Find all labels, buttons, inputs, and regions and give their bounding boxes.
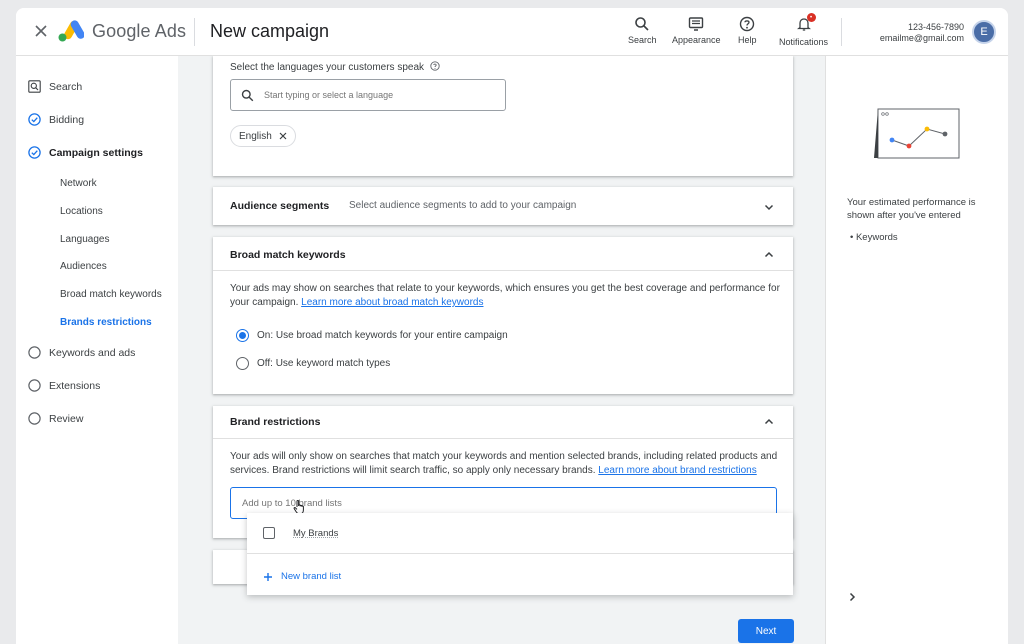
header-appearance-button[interactable]: Appearance xyxy=(672,16,721,45)
sub-item-locations[interactable]: Locations xyxy=(60,206,103,217)
header-search-label: Search xyxy=(628,35,657,45)
broad-match-learn-more-link[interactable]: Learn more about broad match keywords xyxy=(301,297,483,308)
new-brand-list-button[interactable]: New brand list xyxy=(263,571,341,582)
header-notifications-label: Notifications xyxy=(779,37,829,47)
audience-segments-card[interactable]: Audience segments Select audience segmen… xyxy=(213,187,793,225)
language-search-box[interactable] xyxy=(230,79,506,111)
languages-prompt-text: Select the languages your customers spea… xyxy=(230,62,424,73)
brand-lists-input[interactable] xyxy=(242,497,742,509)
nav-item-review[interactable]: Review xyxy=(28,412,83,425)
dropdown-item-my-brands[interactable]: My Brands xyxy=(263,527,338,539)
languages-card: Select the languages your customers spea… xyxy=(213,56,793,176)
right-panel: Your estimated performance is shown afte… xyxy=(825,56,1008,644)
nav-item-label: Search xyxy=(49,80,83,93)
bullet-keywords: Keywords xyxy=(855,232,898,243)
broad-match-card: Broad match keywords Your ads may show o… xyxy=(213,237,793,394)
check-circle-icon xyxy=(28,146,41,159)
nav-item-search[interactable]: Search xyxy=(28,80,82,93)
nav-item-keywords-and-ads[interactable]: Keywords and ads xyxy=(28,346,135,359)
audience-title: Audience segments xyxy=(230,200,330,212)
google-ads-logo xyxy=(58,20,84,42)
nav-item-label: Review xyxy=(49,412,84,425)
card-divider xyxy=(213,438,793,439)
sub-item-broad-match-keywords[interactable]: Broad match keywords xyxy=(60,289,162,300)
close-button[interactable] xyxy=(32,22,50,40)
sub-item-languages[interactable]: Languages xyxy=(60,234,110,245)
chip-remove-button[interactable] xyxy=(279,132,287,140)
card-divider xyxy=(213,270,793,271)
chevron-up-icon[interactable] xyxy=(763,249,775,261)
broad-match-on-label: On: Use broad match keywords for your en… xyxy=(257,330,508,341)
nav-item-bidding[interactable]: Bidding xyxy=(28,113,84,126)
language-search-input[interactable] xyxy=(264,90,494,100)
dropdown-divider xyxy=(247,553,793,554)
sub-item-network[interactable]: Network xyxy=(60,178,97,189)
chevron-right-icon[interactable] xyxy=(846,591,858,603)
nav-item-label: Extensions xyxy=(49,379,101,392)
broad-match-title: Broad match keywords xyxy=(230,249,346,261)
nav-item-label: Bidding xyxy=(49,113,85,126)
appearance-icon xyxy=(689,17,704,31)
page-title: New campaign xyxy=(210,21,330,41)
next-button[interactable]: Next xyxy=(738,619,794,643)
broad-match-on-option[interactable]: On: Use broad match keywords for your en… xyxy=(236,329,508,342)
my-brands-label: My Brands xyxy=(293,527,339,539)
broad-match-off-option[interactable]: Off: Use keyword match types xyxy=(236,357,390,370)
notification-badge: • xyxy=(806,13,816,22)
help-outline-icon[interactable] xyxy=(430,61,440,71)
app-window: Google Ads New campaign Search Appearanc… xyxy=(16,8,1008,644)
header-appearance-label: Appearance xyxy=(672,35,721,45)
help-icon xyxy=(740,16,755,32)
languages-prompt: Select the languages your customers spea… xyxy=(230,61,440,75)
brand-name: Google Ads xyxy=(92,21,187,41)
header-help-label: Help xyxy=(738,35,757,45)
sub-item-brands-restrictions[interactable]: Brands restrictions xyxy=(60,317,152,328)
brand-lists-dropdown: My Brands New brand list xyxy=(247,513,793,595)
empty-circle-icon xyxy=(28,346,41,359)
nav-item-campaign-settings[interactable]: Campaign settings xyxy=(28,146,143,159)
brand-restrictions-description: Your ads will only show on searches that… xyxy=(230,450,785,478)
brand-restrictions-title: Brand restrictions xyxy=(230,416,321,428)
header-search-button[interactable]: Search xyxy=(628,16,657,45)
nav-item-extensions[interactable]: Extensions xyxy=(28,379,100,392)
account-email: emailme@gmail.com xyxy=(879,33,964,43)
performance-chart-illustration xyxy=(874,108,960,159)
language-chip-english: English xyxy=(230,125,296,147)
nav-item-label: Keywords and ads xyxy=(49,346,136,359)
header-divider-2 xyxy=(841,18,842,46)
broad-match-off-label: Off: Use keyword match types xyxy=(257,358,391,369)
top-header: Google Ads New campaign Search Appearanc… xyxy=(16,8,1008,56)
broad-match-description: Your ads may show on searches that relat… xyxy=(230,282,780,310)
performance-bullet: • Keywords xyxy=(850,232,898,243)
search-icon xyxy=(241,89,254,101)
empty-circle-icon xyxy=(28,412,41,425)
header-notifications-button[interactable]: • Notifications xyxy=(779,13,829,47)
my-brands-checkbox[interactable] xyxy=(263,527,275,539)
radio-off[interactable] xyxy=(236,357,249,370)
search-campaign-icon xyxy=(28,80,41,93)
check-circle-icon xyxy=(28,113,41,126)
header-divider xyxy=(194,18,195,46)
search-icon xyxy=(635,17,649,31)
chevron-down-icon[interactable] xyxy=(763,201,775,213)
left-nav: Search Bidding Campaign settings Network… xyxy=(16,56,178,644)
close-icon xyxy=(35,25,47,37)
radio-on[interactable] xyxy=(236,329,249,342)
performance-text: Your estimated performance is shown afte… xyxy=(847,197,976,221)
brand-restrictions-learn-more-link[interactable]: Learn more about brand restrictions xyxy=(598,465,756,476)
new-brand-list-label: New brand list xyxy=(281,571,342,582)
empty-circle-icon xyxy=(28,379,41,392)
nav-item-label: Campaign settings xyxy=(49,146,143,159)
sub-item-audiences[interactable]: Audiences xyxy=(60,261,107,272)
language-chip-label: English xyxy=(239,130,272,142)
header-help-button[interactable]: Help xyxy=(738,16,757,45)
account-id: 123-456-7890 xyxy=(907,22,964,32)
account-info[interactable]: 123-456-7890 emailme@gmail.com xyxy=(880,22,964,44)
avatar[interactable]: E xyxy=(972,20,996,44)
plus-icon xyxy=(264,572,272,581)
chevron-up-icon[interactable] xyxy=(763,416,775,428)
close-icon xyxy=(279,132,287,140)
audience-hint: Select audience segments to add to your … xyxy=(349,200,577,211)
